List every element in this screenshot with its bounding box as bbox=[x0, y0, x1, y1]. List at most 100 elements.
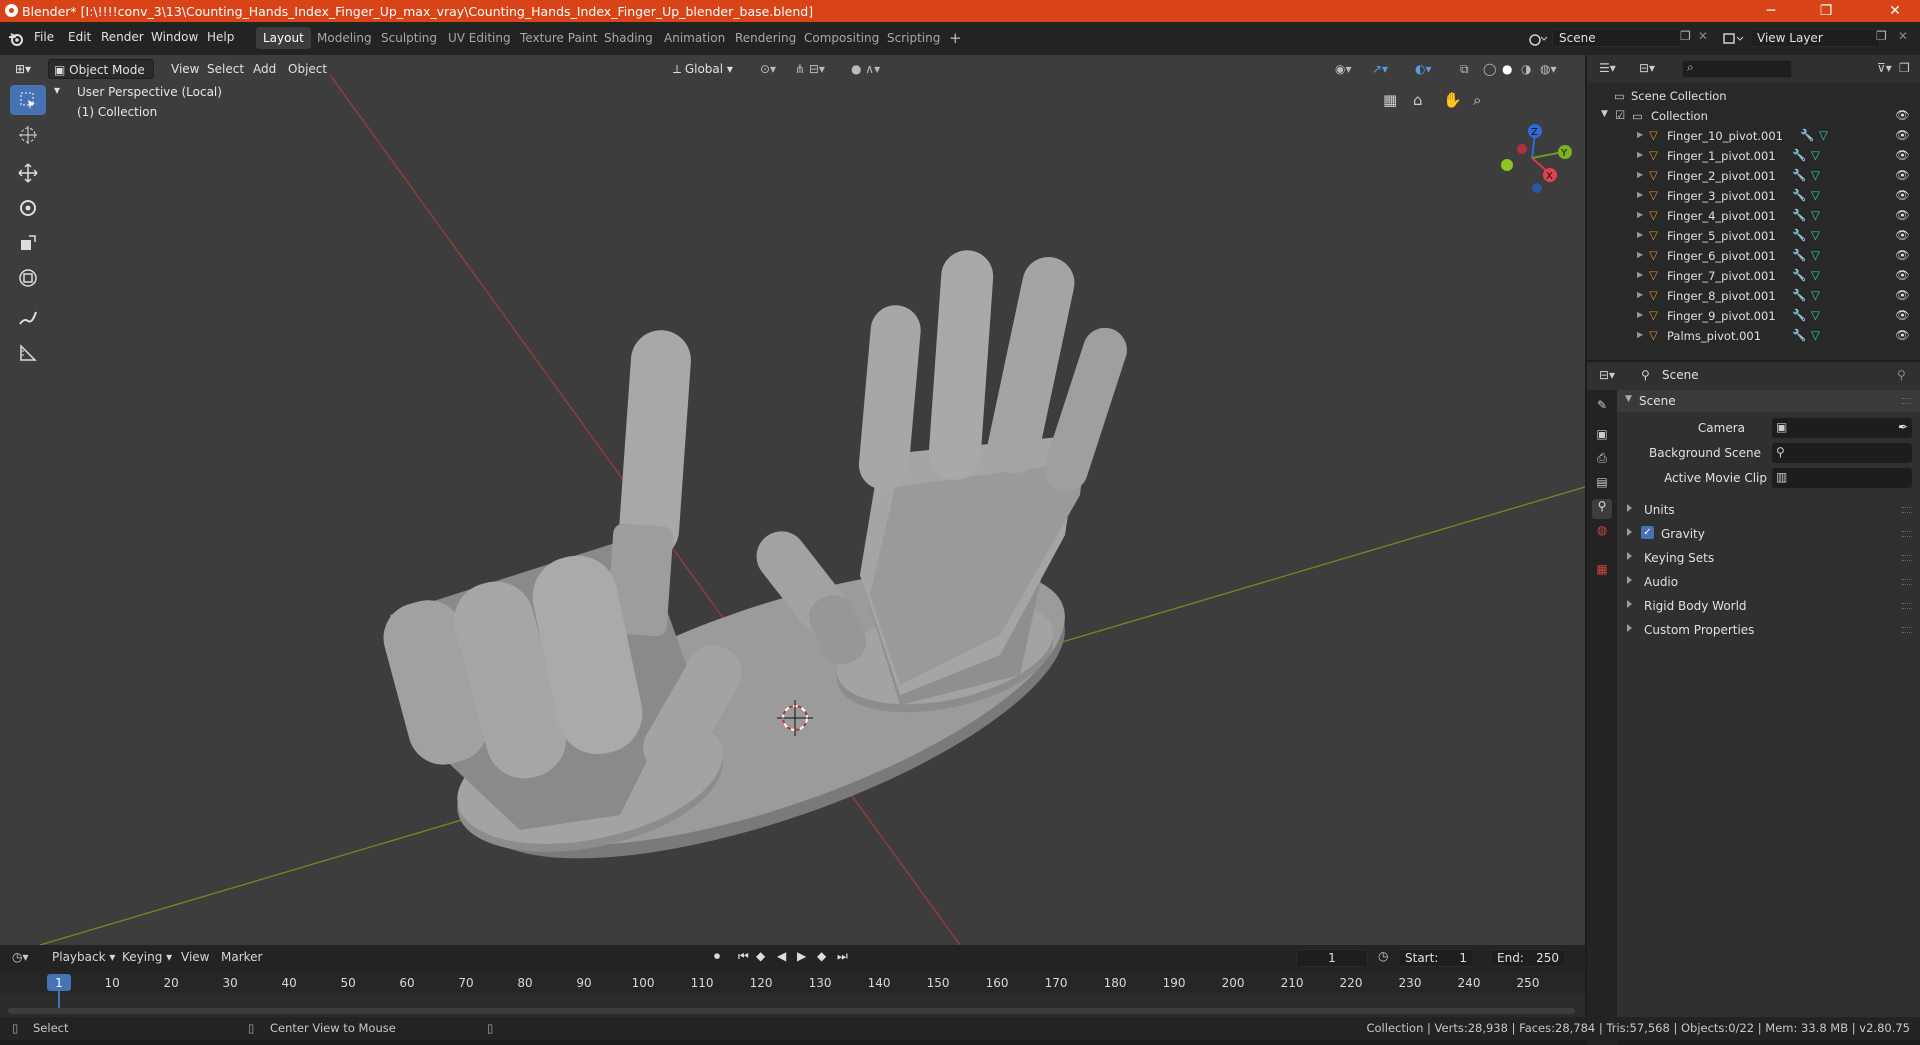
background-scene-field[interactable]: ⚲ bbox=[1772, 443, 1912, 463]
modifier-wrench-icon[interactable]: 🔧 bbox=[1792, 268, 1806, 282]
eye-icon[interactable]: 👁 bbox=[1895, 268, 1910, 282]
outliner-search-input[interactable] bbox=[1682, 60, 1792, 78]
timeline-editor-type-icon[interactable]: ◷▾ bbox=[12, 950, 29, 964]
close-button[interactable]: ✕ bbox=[1872, 0, 1918, 22]
active-movie-clip-field[interactable]: ▥ bbox=[1772, 468, 1912, 488]
scene-panel-collapse-icon[interactable]: ▼ bbox=[1625, 394, 1632, 404]
expand-icon[interactable]: ▶ bbox=[1637, 150, 1643, 159]
keying-menu[interactable]: Keying ▾ bbox=[122, 950, 172, 964]
jump-start-button[interactable]: ⏮ bbox=[738, 949, 749, 964]
modifier-wrench-icon[interactable]: 🔧 bbox=[1792, 328, 1806, 342]
pin-icon[interactable]: ⚲ bbox=[1897, 368, 1906, 382]
eye-icon[interactable]: 👁 bbox=[1895, 288, 1910, 302]
rendered-shading-icon[interactable]: ◍▾ bbox=[1535, 59, 1562, 79]
modifier-wrench-icon[interactable]: 🔧 bbox=[1792, 208, 1806, 222]
visibility-icon[interactable]: ◉▾ bbox=[1330, 59, 1357, 79]
outliner-item[interactable]: ▶ ▽ Finger_10_pivot.001 🔧 ▽ 👁 bbox=[1587, 126, 1920, 146]
properties-editor-type-icon[interactable]: ⊟▾ bbox=[1599, 368, 1615, 382]
units-panel[interactable]: Units bbox=[1617, 499, 1920, 521]
tab-compositing[interactable]: Compositing bbox=[797, 27, 886, 49]
prev-keyframe-button[interactable]: ◆ bbox=[756, 949, 765, 963]
modifier-wrench-icon[interactable]: 🔧 bbox=[1792, 228, 1806, 242]
outliner-item[interactable]: ▶ ▽ Finger_2_pivot.001 🔧 ▽ 👁 bbox=[1587, 166, 1920, 186]
mesh-data-icon[interactable]: ▽ bbox=[1811, 188, 1820, 202]
eye-icon[interactable]: 👁 bbox=[1895, 308, 1910, 322]
add-workspace-button[interactable]: + bbox=[942, 27, 969, 49]
proportional-edit-icon[interactable]: ● ∧▾ bbox=[846, 59, 885, 79]
xray-toggle-icon[interactable]: ⧉ bbox=[1455, 59, 1474, 79]
next-keyframe-button[interactable]: ◆ bbox=[817, 949, 826, 963]
drag-grip-icon[interactable] bbox=[1902, 555, 1912, 561]
eye-icon[interactable]: 👁 bbox=[1895, 228, 1910, 242]
outliner-item[interactable]: ▶ ▽ Finger_3_pivot.001 🔧 ▽ 👁 bbox=[1587, 186, 1920, 206]
keying-sets-panel[interactable]: Keying Sets bbox=[1617, 547, 1920, 569]
playback-menu[interactable]: Playback ▾ bbox=[52, 950, 115, 964]
mesh-data-icon[interactable]: ▽ bbox=[1811, 148, 1820, 162]
eye-icon[interactable]: 👁 bbox=[1895, 248, 1910, 262]
new-collection-icon[interactable]: ❐ bbox=[1899, 61, 1910, 75]
delete-view-layer-icon[interactable]: ✕ bbox=[1898, 29, 1908, 43]
cursor-tool[interactable] bbox=[10, 120, 46, 150]
scene-selector-icon[interactable] bbox=[1527, 31, 1549, 47]
measure-tool[interactable] bbox=[10, 338, 46, 368]
start-frame-field[interactable]: Start: 1 bbox=[1398, 949, 1474, 967]
eye-icon[interactable]: 👁 bbox=[1895, 208, 1910, 222]
mesh-data-icon[interactable]: ▽ bbox=[1811, 248, 1820, 262]
display-mode-icon[interactable]: ⊟▾ bbox=[1639, 61, 1655, 75]
overlay-toggle-icon[interactable]: ◐▾ bbox=[1410, 59, 1437, 79]
outliner-item[interactable]: ▶ ▽ Palms_pivot.001 🔧 ▽ 👁 bbox=[1587, 326, 1920, 346]
modifier-wrench-icon[interactable]: 🔧 bbox=[1800, 128, 1814, 142]
scene-tab-icon[interactable]: ⚲ bbox=[1592, 499, 1612, 519]
mesh-data-icon[interactable]: ▽ bbox=[1811, 268, 1820, 282]
clock-icon[interactable]: ◷ bbox=[1378, 949, 1388, 963]
jump-end-button[interactable]: ⏭ bbox=[837, 949, 848, 964]
rigid-body-world-panel[interactable]: Rigid Body World bbox=[1617, 595, 1920, 617]
drag-grip-icon[interactable] bbox=[1902, 398, 1912, 404]
outliner-scene-collection[interactable]: ▭ Scene Collection bbox=[1587, 86, 1920, 106]
modifier-wrench-icon[interactable]: 🔧 bbox=[1792, 288, 1806, 302]
mesh-data-icon[interactable]: ▽ bbox=[1811, 168, 1820, 182]
blender-menu-icon[interactable] bbox=[8, 32, 24, 46]
expand-icon[interactable]: ▶ bbox=[1637, 250, 1643, 259]
expand-icon[interactable]: ▶ bbox=[1637, 170, 1643, 179]
outliner-collection[interactable]: ▼ ☑ ▭ Collection 👁 bbox=[1587, 106, 1920, 126]
tab-modeling[interactable]: Modeling bbox=[310, 27, 379, 49]
snap-icon[interactable]: ⋔ ⊟▾ bbox=[790, 59, 830, 79]
view-layer-tab-icon[interactable]: ▤ bbox=[1592, 475, 1612, 495]
mesh-data-icon[interactable]: ▽ bbox=[1811, 328, 1820, 342]
scene-panel-header[interactable]: ▼ Scene bbox=[1617, 390, 1920, 412]
drag-grip-icon[interactable] bbox=[1902, 579, 1912, 585]
expand-icon[interactable]: ▶ bbox=[1637, 210, 1643, 219]
new-scene-icon[interactable]: ❐ bbox=[1680, 29, 1691, 43]
transform-orientation-dropdown[interactable]: ⟂ Global ▾ bbox=[668, 59, 738, 79]
audio-panel[interactable]: Audio bbox=[1617, 571, 1920, 593]
outliner-item[interactable]: ▶ ▽ Finger_6_pivot.001 🔧 ▽ 👁 bbox=[1587, 246, 1920, 266]
timeline-view-menu[interactable]: View bbox=[181, 950, 209, 964]
view-layer-field[interactable]: View Layer bbox=[1750, 29, 1880, 47]
menu-file[interactable]: File bbox=[34, 30, 54, 44]
scene-name-field[interactable]: Scene bbox=[1552, 29, 1682, 47]
new-view-layer-icon[interactable]: ❐ bbox=[1876, 29, 1887, 43]
outliner-item[interactable]: ▶ ▽ Finger_9_pivot.001 🔧 ▽ 👁 bbox=[1587, 306, 1920, 326]
editor-type-icon[interactable]: ⊞▾ bbox=[10, 59, 36, 79]
world-tab-icon[interactable]: ◍ bbox=[1592, 523, 1612, 543]
collection-checkbox-icon[interactable]: ☑ bbox=[1615, 108, 1625, 122]
rotate-tool[interactable] bbox=[10, 193, 46, 223]
modifier-wrench-icon[interactable]: 🔧 bbox=[1792, 248, 1806, 262]
eye-icon[interactable]: 👁 bbox=[1895, 128, 1910, 142]
zoom-view-icon[interactable]: ⌕ bbox=[1473, 91, 1481, 109]
eyedropper-icon[interactable]: ✒ bbox=[1898, 420, 1908, 434]
tab-uv-editing[interactable]: UV Editing bbox=[441, 27, 518, 49]
camera-field[interactable]: ▣ ✒ bbox=[1772, 418, 1912, 438]
outliner-item[interactable]: ▶ ▽ Finger_5_pivot.001 🔧 ▽ 👁 bbox=[1587, 226, 1920, 246]
toggle-view-grid-icon[interactable]: ▦ bbox=[1383, 91, 1397, 109]
modifier-wrench-icon[interactable]: 🔧 bbox=[1792, 308, 1806, 322]
texture-tab-icon[interactable]: ▦ bbox=[1592, 562, 1612, 582]
timeline-editor[interactable]: ◷▾ Playback ▾ Keying ▾ View Marker ⏺ ⏮ ◆… bbox=[0, 945, 1585, 1017]
record-button[interactable]: ⏺ bbox=[714, 949, 720, 964]
collection-expand-icon[interactable]: ▼ bbox=[1601, 109, 1608, 119]
render-tab-icon[interactable]: ▣ bbox=[1592, 427, 1612, 447]
3d-viewport[interactable]: Z Y X ⊞▾ ▣ Object Mode ▾ View Select Add… bbox=[0, 55, 1585, 945]
tab-layout[interactable]: Layout bbox=[256, 27, 311, 49]
eye-icon[interactable]: 👁 bbox=[1895, 328, 1910, 342]
